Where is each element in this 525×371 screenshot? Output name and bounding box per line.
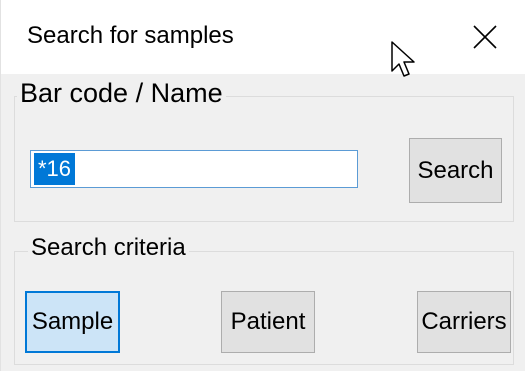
close-icon: [473, 25, 497, 49]
patient-option-button[interactable]: Patient: [221, 291, 315, 353]
window-title: Search for samples: [27, 22, 234, 49]
search-samples-dialog: Search for samples Bar code / Name *16 S…: [0, 0, 525, 371]
search-criteria-legend: Search criteria: [28, 234, 189, 262]
barcode-group-legend: Bar code / Name: [17, 78, 226, 109]
close-button[interactable]: [455, 10, 515, 64]
search-input-value: *16: [34, 153, 76, 185]
carriers-option-button[interactable]: Carriers: [417, 291, 511, 353]
sample-option-button[interactable]: Sample: [25, 291, 120, 353]
mouse-pointer-icon: [391, 41, 415, 77]
search-button[interactable]: Search: [409, 138, 502, 203]
title-bar: Search for samples: [1, 0, 525, 74]
barcode-search-input[interactable]: *16: [30, 150, 358, 188]
